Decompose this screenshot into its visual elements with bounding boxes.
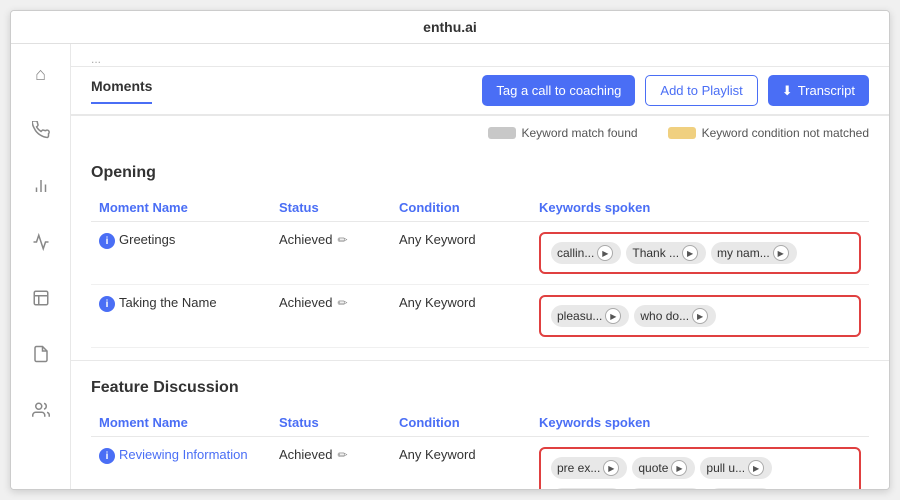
breadcrumb: ... [71,44,889,67]
add-playlist-button[interactable]: Add to Playlist [645,75,757,106]
keywords-box-greetings: callin... ▶ Thank ... ▶ my nam... [539,232,861,274]
app-window: enthu.ai ⌂ [10,10,890,490]
keyword-chip[interactable]: pulled... ▶ [628,488,703,489]
play-button[interactable]: ▶ [682,245,698,261]
info-icon: i [99,233,115,249]
keyword-chip[interactable]: quote ▶ [632,457,695,479]
col-header-moment-name: Moment Name [91,194,271,222]
col-header-condition-2: Condition [391,409,531,437]
info-icon: i [99,296,115,312]
legend-gray-dot [488,127,516,139]
breadcrumb-text: ... [91,52,101,66]
keyword-chip[interactable]: pull u... ▶ [551,488,623,489]
keyword-chip[interactable]: Thank ... ▶ [626,242,706,264]
info-icon: i [99,448,115,464]
feature-table-header: Moment Name Status Condition Keywords sp… [91,409,869,437]
edit-icon[interactable]: ✏ [337,448,347,462]
tag-coaching-button[interactable]: Tag a call to coaching [482,75,635,106]
keyword-chip[interactable]: my nam... ▶ [711,242,797,264]
col-header-status: Status [271,194,391,222]
opening-table-header: Moment Name Status Condition Keywords sp… [91,194,869,222]
play-button[interactable]: ▶ [773,245,789,261]
sidebar-icon-activity[interactable] [23,224,59,260]
status-reviewing: Achieved ✏ [271,437,391,490]
legend-row: Keyword match found Keyword condition no… [71,116,889,150]
keywords-taking-name: pleasu... ▶ who do... ▶ [531,285,869,348]
tabs-right: Tag a call to coaching Add to Playlist ⬇… [482,75,869,106]
keyword-chip[interactable]: pull u... ▶ [700,457,772,479]
edit-icon[interactable]: ✏ [337,296,347,310]
transcript-button[interactable]: ⬇ Transcript [768,75,869,106]
condition-taking-name: Any Keyword [391,285,531,348]
play-button[interactable]: ▶ [692,308,708,324]
legend-keyword-match-label: Keyword match found [522,126,638,140]
title-bar: enthu.ai [11,11,889,44]
col-header-keywords: Keywords spoken [531,194,869,222]
play-button[interactable]: ▶ [597,245,613,261]
status-taking-name: Achieved ✏ [271,285,391,348]
table-row: i Greetings Achieved ✏ Any Keyword [91,222,869,285]
section-opening-title: Opening [91,164,869,182]
legend-keyword-not-matched-label: Keyword condition not matched [702,126,869,140]
play-button[interactable]: ▶ [748,460,764,476]
condition-reviewing: Any Keyword [391,437,531,490]
tab-moments[interactable]: Moments [91,78,152,104]
legend-keyword-match: Keyword match found [488,126,638,140]
keyword-chip[interactable]: pre ex... ▶ [551,457,627,479]
col-header-keywords-2: Keywords spoken [531,409,869,437]
play-button[interactable]: ▶ [605,308,621,324]
keywords-box-taking-name: pleasu... ▶ who do... ▶ [539,295,861,337]
section-feature-title: Feature Discussion [91,379,869,397]
opening-table: Moment Name Status Condition Keywords sp… [91,194,869,348]
play-button[interactable]: ▶ [603,460,619,476]
status-greetings: Achieved ✏ [271,222,391,285]
table-row: i Reviewing Information Achieved ✏ A [91,437,869,490]
col-header-status-2: Status [271,409,391,437]
tabs-left: Moments [91,78,152,104]
keywords-row-1: pre ex... ▶ quote ▶ pull u.. [551,457,772,479]
legend-yellow-dot [668,127,696,139]
col-header-moment-name-2: Moment Name [91,409,271,437]
sidebar-icon-chart[interactable] [23,168,59,204]
section-divider [71,360,889,361]
col-header-condition: Condition [391,194,531,222]
sidebar-icon-team[interactable] [23,392,59,428]
transcript-label: Transcript [798,83,855,98]
keyword-chip[interactable]: callin... ▶ [551,242,621,264]
app-body: ⌂ ... [11,44,889,489]
condition-greetings: Any Keyword [391,222,531,285]
section-opening: Opening Moment Name Status Condition Key… [71,150,889,356]
moment-name-taking-name: i Taking the Name [91,285,271,348]
moment-name-reviewing: i Reviewing Information [91,437,271,490]
app-title: enthu.ai [423,19,477,35]
moment-name-greetings: i Greetings [91,222,271,285]
edit-icon[interactable]: ✏ [337,233,347,247]
sidebar-icon-phone[interactable] [23,112,59,148]
keyword-chip[interactable]: who do... ▶ [634,305,716,327]
keywords-row-2: pull u... ▶ pulled... ▶ firs [551,488,773,489]
legend-keyword-not-matched: Keyword condition not matched [668,126,869,140]
sidebar-icon-document[interactable] [23,280,59,316]
keyword-chip[interactable]: first ... ▶ [708,488,774,489]
sidebar-icon-file[interactable] [23,336,59,372]
keywords-box-reviewing: pre ex... ▶ quote ▶ pull u.. [539,447,861,489]
sidebar-icon-home[interactable]: ⌂ [23,56,59,92]
sidebar: ⌂ [11,44,71,489]
main-content: ... Moments Tag a call to coaching Add t… [71,44,889,489]
keywords-reviewing: pre ex... ▶ quote ▶ pull u.. [531,437,869,490]
keywords-greetings: callin... ▶ Thank ... ▶ my nam... [531,222,869,285]
feature-table: Moment Name Status Condition Keywords sp… [91,409,869,489]
tabs-row: Moments Tag a call to coaching Add to Pl… [71,67,889,116]
section-feature-discussion: Feature Discussion Moment Name Status Co… [71,365,889,489]
play-button[interactable]: ▶ [671,460,687,476]
keyword-chip[interactable]: pleasu... ▶ [551,305,629,327]
table-row: i Taking the Name Achieved ✏ Any Key [91,285,869,348]
download-icon: ⬇ [782,83,793,99]
